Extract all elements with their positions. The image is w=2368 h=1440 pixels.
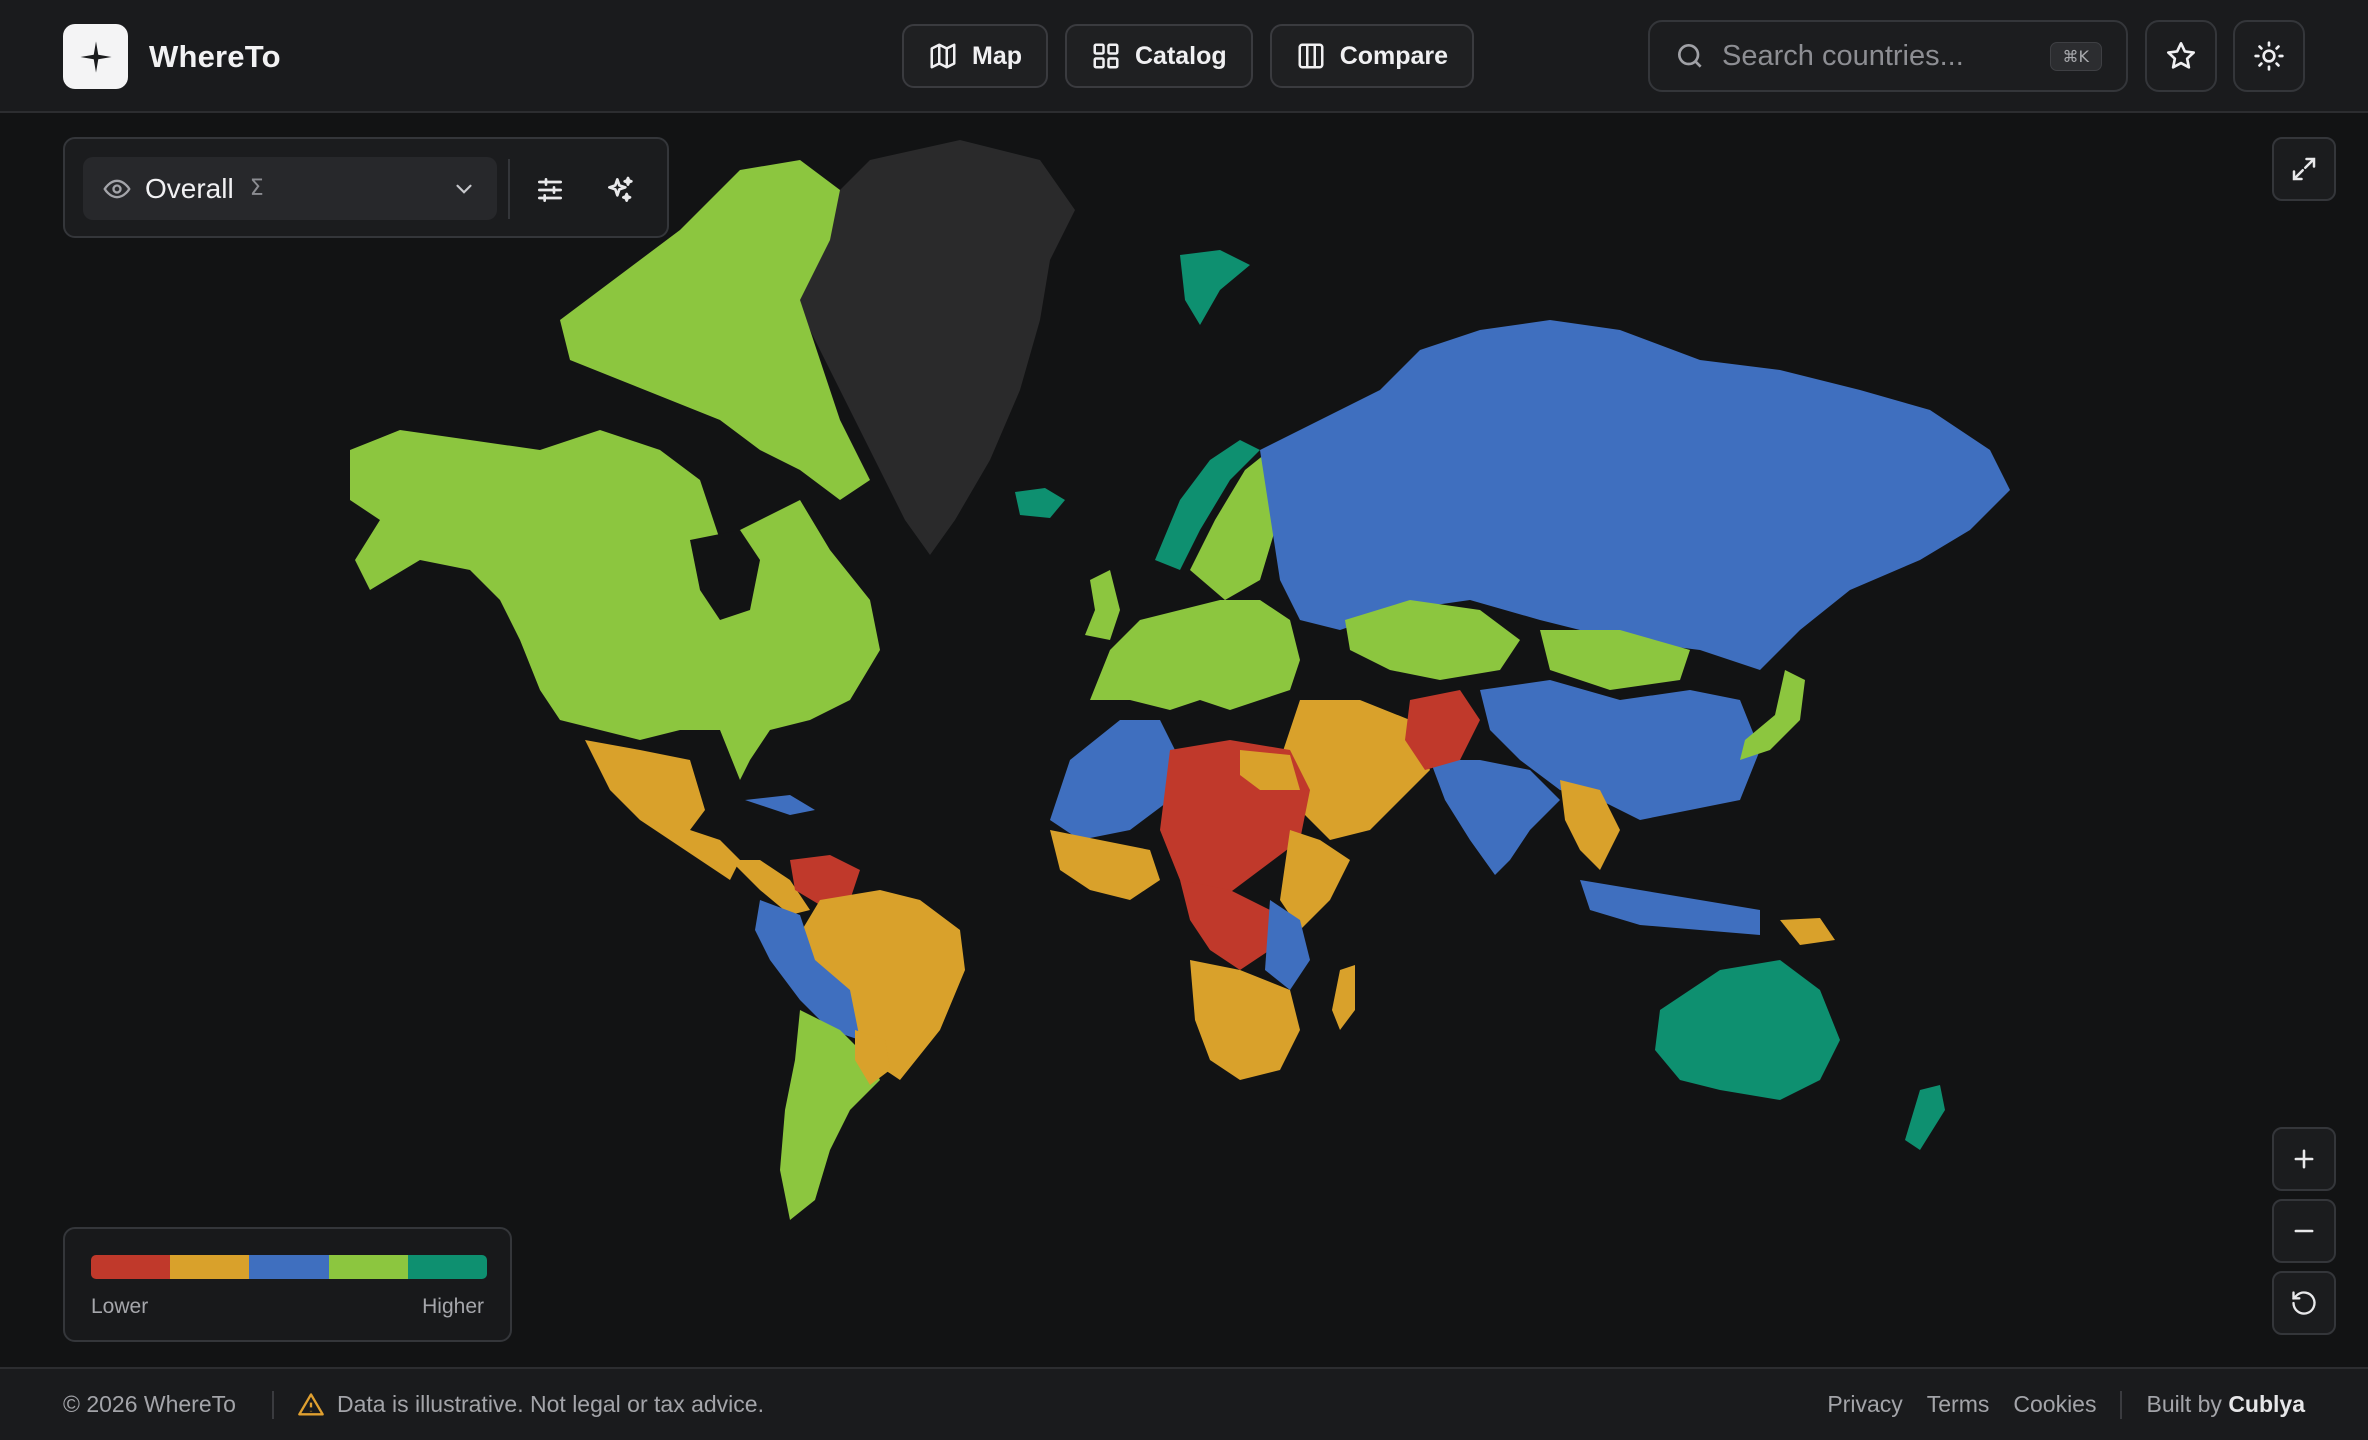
cookies-link[interactable]: Cookies xyxy=(2013,1391,2096,1418)
region-united-kingdom[interactable] xyxy=(1085,570,1120,640)
legend-swatch-3 xyxy=(249,1255,329,1279)
footer-divider-right xyxy=(2120,1390,2123,1419)
search-shortcut-badge: ⌘K xyxy=(2049,41,2102,71)
region-europe[interactable] xyxy=(1090,600,1300,710)
expand-icon xyxy=(2292,157,2316,181)
footer-divider xyxy=(272,1390,274,1419)
fullscreen-button[interactable] xyxy=(2272,137,2336,201)
compass-star-icon xyxy=(63,24,128,89)
legend-swatch-1 xyxy=(91,1255,171,1279)
disclaimer-text: Data is illustrative. Not legal or tax a… xyxy=(337,1391,764,1417)
map-icon xyxy=(930,43,956,69)
metric-selected-label: Overall xyxy=(145,172,234,204)
footer: © 2026 WhereTo Data is illustrative. Not… xyxy=(0,1367,2368,1440)
world-map[interactable] xyxy=(0,115,2368,1367)
sigma-icon: Σ xyxy=(249,176,264,201)
eye-icon xyxy=(103,179,131,198)
legend-high-label: Higher xyxy=(422,1295,484,1318)
star-icon xyxy=(2167,42,2195,69)
region-japan[interactable] xyxy=(1740,670,1805,760)
region-indonesia[interactable] xyxy=(1580,880,1760,935)
legend-swatch-4 xyxy=(328,1255,408,1279)
brand-name: WhereTo xyxy=(149,38,281,74)
nav-compare-label: Compare xyxy=(1339,41,1449,70)
region-caribbean[interactable] xyxy=(745,795,815,815)
ai-suggest-button[interactable] xyxy=(595,165,645,215)
columns-icon xyxy=(1298,43,1324,69)
search-placeholder: Search countries... xyxy=(1722,39,1964,72)
panel-divider xyxy=(508,159,510,219)
search-icon xyxy=(1678,44,1702,68)
region-iceland[interactable] xyxy=(1015,488,1065,518)
metric-dropdown[interactable]: Overall Σ xyxy=(83,157,497,220)
built-by[interactable]: Built by Cublya xyxy=(2146,1391,2305,1418)
region-central-africa[interactable] xyxy=(1180,880,1270,970)
chevron-down-icon xyxy=(456,184,472,194)
footer-links: Privacy Terms Cookies Built by Cublya xyxy=(1827,1390,2305,1419)
legend-swatch-5 xyxy=(407,1255,487,1279)
region-north-africa[interactable] xyxy=(1050,720,1180,840)
region-west-africa[interactable] xyxy=(1050,830,1160,900)
region-papua[interactable] xyxy=(1780,918,1835,945)
built-by-name: Cublya xyxy=(2228,1391,2305,1417)
metric-panel: Overall Σ xyxy=(63,137,669,238)
copyright-text: © 2026 WhereTo xyxy=(63,1391,236,1417)
built-by-prefix: Built by xyxy=(2146,1391,2222,1417)
region-australia[interactable] xyxy=(1655,960,1840,1100)
region-new-zealand[interactable] xyxy=(1905,1085,1945,1150)
top-header: WhereTo Map Catalog Compare Search count… xyxy=(0,0,2368,113)
sun-icon xyxy=(2254,41,2284,71)
warning-icon xyxy=(298,1392,324,1415)
filters-button[interactable] xyxy=(525,165,575,215)
reset-view-button[interactable] xyxy=(2272,1271,2336,1335)
nav-catalog-label: Catalog xyxy=(1135,41,1227,70)
privacy-link[interactable]: Privacy xyxy=(1827,1391,1902,1418)
region-mexico[interactable] xyxy=(585,740,740,880)
disclaimer: Data is illustrative. Not legal or tax a… xyxy=(297,1391,764,1419)
main-nav: Map Catalog Compare xyxy=(902,24,1475,88)
nav-catalog-button[interactable]: Catalog xyxy=(1065,24,1253,88)
minus-icon xyxy=(2294,1229,2314,1233)
legend-color-scale xyxy=(91,1255,487,1279)
zoom-in-button[interactable] xyxy=(2272,1127,2336,1191)
grid-icon xyxy=(1093,43,1119,69)
legend-low-label: Lower xyxy=(91,1295,149,1318)
favorites-button[interactable] xyxy=(2145,20,2217,92)
sparkles-icon xyxy=(608,176,633,202)
region-india[interactable] xyxy=(1430,760,1560,875)
nav-compare-button[interactable]: Compare xyxy=(1269,24,1475,88)
region-svalbard[interactable] xyxy=(1180,250,1250,325)
brand[interactable]: WhereTo xyxy=(63,24,281,89)
plus-icon xyxy=(2294,1149,2314,1169)
rotate-ccw-icon xyxy=(2292,1291,2316,1315)
region-kazakhstan[interactable] xyxy=(1345,600,1520,680)
sliders-icon xyxy=(538,178,562,202)
nav-map-label: Map xyxy=(972,41,1022,70)
color-legend: Lower Higher xyxy=(63,1227,512,1342)
search-input[interactable]: Search countries... ⌘K xyxy=(1648,20,2128,92)
legend-swatch-2 xyxy=(170,1255,250,1279)
theme-toggle-button[interactable] xyxy=(2233,20,2305,92)
region-madagascar[interactable] xyxy=(1332,965,1355,1030)
nav-map-button[interactable]: Map xyxy=(902,24,1048,88)
zoom-out-button[interactable] xyxy=(2272,1199,2336,1263)
world-map-area[interactable]: Overall Σ Lower Higher xyxy=(0,115,2368,1367)
region-north-america[interactable] xyxy=(350,430,880,780)
terms-link[interactable]: Terms xyxy=(1927,1391,1990,1418)
